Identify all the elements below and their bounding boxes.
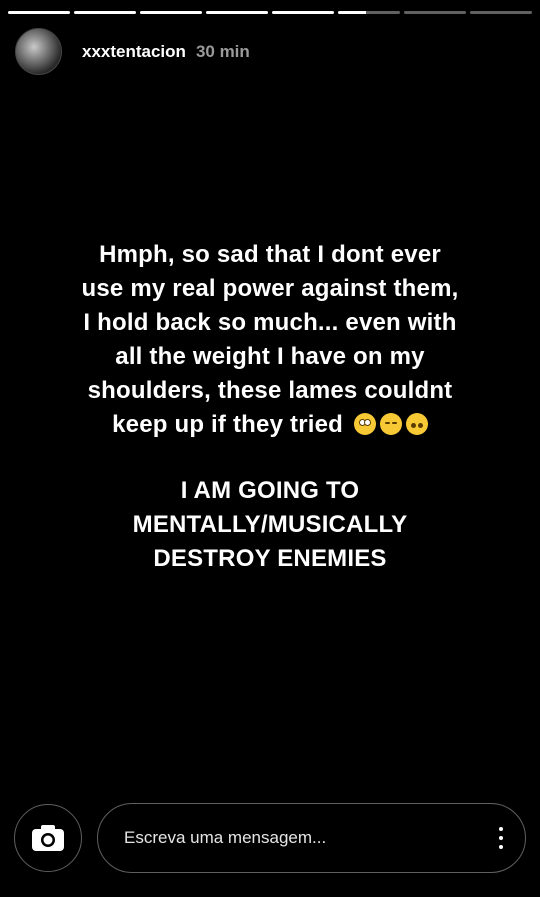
progress-segment: [74, 11, 136, 14]
message-input[interactable]: [122, 827, 499, 849]
progress-segment: [272, 11, 334, 14]
camera-icon: [32, 825, 64, 851]
story-message-text: Hmph, so sad that I dont ever use my rea…: [81, 241, 459, 438]
more-vertical-icon[interactable]: [499, 827, 503, 849]
post-time: 30 min: [195, 41, 250, 61]
progress-segment-active: [338, 11, 400, 14]
story-shout: I AM GOING TO MENTALLY/MUSICALLY DESTROY…: [132, 477, 408, 572]
camera-button[interactable]: [14, 804, 82, 872]
username[interactable]: xxxtentacion: [82, 42, 186, 62]
upside-down-emoji-icon: [405, 413, 428, 435]
reply-bar: [14, 803, 526, 873]
relieved-emoji-icon: [379, 413, 402, 435]
progress-segment: [140, 11, 202, 14]
story-header: xxxtentacion 30 min: [15, 28, 250, 75]
progress-segment: [404, 11, 466, 14]
message-field[interactable]: [97, 803, 526, 873]
progress-segment: [206, 11, 268, 14]
eye-roll-emoji-icon: [353, 413, 376, 435]
story-progress-bar: [8, 11, 532, 14]
avatar[interactable]: [15, 28, 62, 75]
progress-segment: [470, 11, 532, 14]
progress-segment: [8, 11, 70, 14]
story-text: Hmph, so sad that I dont ever use my rea…: [0, 238, 540, 576]
story-message: Hmph, so sad that I dont ever use my rea…: [80, 238, 460, 442]
